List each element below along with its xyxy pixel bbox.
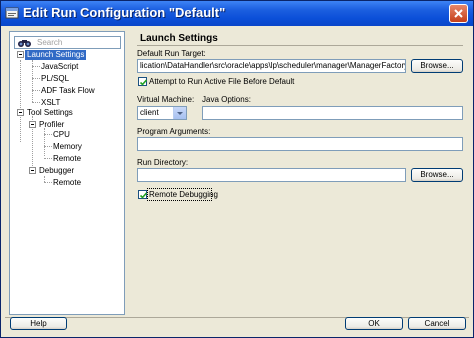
- collapse-icon[interactable]: [17, 109, 24, 116]
- collapse-icon[interactable]: [17, 51, 24, 58]
- tree-line: [44, 182, 52, 183]
- tree-line: [20, 60, 21, 142]
- cancel-button[interactable]: Cancel: [408, 317, 466, 330]
- tree-item-xslt[interactable]: XSLT: [41, 98, 60, 108]
- tree-item-launch-settings[interactable]: Launch Settings: [25, 50, 87, 60]
- tree-item-profiler[interactable]: Profiler: [39, 120, 64, 130]
- virtual-machine-value: client: [140, 108, 159, 117]
- close-icon: [454, 9, 463, 18]
- navigation-tree: Search Launch Settings JavaScript PL/SQL…: [9, 31, 125, 315]
- window-title: Edit Run Configuration "Default": [23, 5, 226, 20]
- tree-item-memory[interactable]: Memory: [53, 142, 82, 152]
- tree-line: [32, 66, 40, 67]
- tree-line: [44, 134, 52, 135]
- tree-line: [44, 146, 52, 147]
- checkmark-icon: [139, 79, 148, 86]
- remote-debugging-checkbox[interactable]: [138, 190, 148, 199]
- java-options-label: Java Options:: [202, 95, 251, 104]
- tree-item-remote-debugger[interactable]: Remote: [53, 178, 81, 188]
- search-placeholder: Search: [37, 38, 63, 47]
- collapse-icon[interactable]: [29, 121, 36, 128]
- tree-item-remote-profiler[interactable]: Remote: [53, 154, 81, 164]
- default-run-target-label: Default Run Target:: [137, 49, 206, 58]
- remote-debugging-label: Remote Debugging: [149, 190, 218, 199]
- title-bar[interactable]: Edit Run Configuration "Default": [1, 1, 473, 26]
- panel-title: Launch Settings: [140, 33, 218, 44]
- app-icon: [5, 7, 19, 19]
- virtual-machine-label: Virtual Machine:: [137, 95, 195, 104]
- search-input[interactable]: Search: [14, 36, 121, 49]
- browse-run-target-button[interactable]: Browse...: [411, 59, 463, 73]
- default-run-target-field[interactable]: lication\DataHandler\src\oracle\apps\lp\…: [137, 59, 406, 73]
- tree-line: [32, 102, 40, 103]
- tree-item-javascript[interactable]: JavaScript: [41, 62, 78, 72]
- browse-run-directory-button[interactable]: Browse...: [411, 168, 463, 182]
- dialog-window: Edit Run Configuration "Default" Search: [0, 0, 474, 338]
- tree-line: [32, 78, 40, 79]
- attempt-run-active-checkbox[interactable]: [138, 77, 148, 86]
- help-button[interactable]: Help: [10, 317, 67, 330]
- ok-button[interactable]: OK: [345, 317, 403, 330]
- attempt-run-active-label: Attempt to Run Active File Before Defaul…: [149, 77, 295, 86]
- close-button[interactable]: [449, 4, 468, 23]
- run-directory-label: Run Directory:: [137, 158, 189, 167]
- binoculars-icon: [18, 40, 31, 47]
- tree-line: [44, 128, 45, 156]
- tree-item-tool-settings[interactable]: Tool Settings: [27, 108, 73, 118]
- program-arguments-field[interactable]: [137, 137, 463, 151]
- divider: [137, 45, 463, 46]
- tree-item-cpu[interactable]: CPU: [53, 130, 70, 140]
- tree-item-debugger[interactable]: Debugger: [39, 166, 74, 176]
- collapse-icon[interactable]: [29, 167, 36, 174]
- dropdown-arrow-icon[interactable]: [173, 107, 186, 119]
- run-directory-field[interactable]: [137, 168, 406, 182]
- tree-line: [44, 158, 52, 159]
- tree-line: [32, 90, 40, 91]
- tree-item-adf-task-flow[interactable]: ADF Task Flow: [41, 86, 95, 96]
- java-options-field[interactable]: [202, 106, 463, 120]
- virtual-machine-select[interactable]: client: [137, 106, 187, 120]
- tree-item-plsql[interactable]: PL/SQL: [41, 74, 69, 84]
- program-arguments-label: Program Arguments:: [137, 127, 211, 136]
